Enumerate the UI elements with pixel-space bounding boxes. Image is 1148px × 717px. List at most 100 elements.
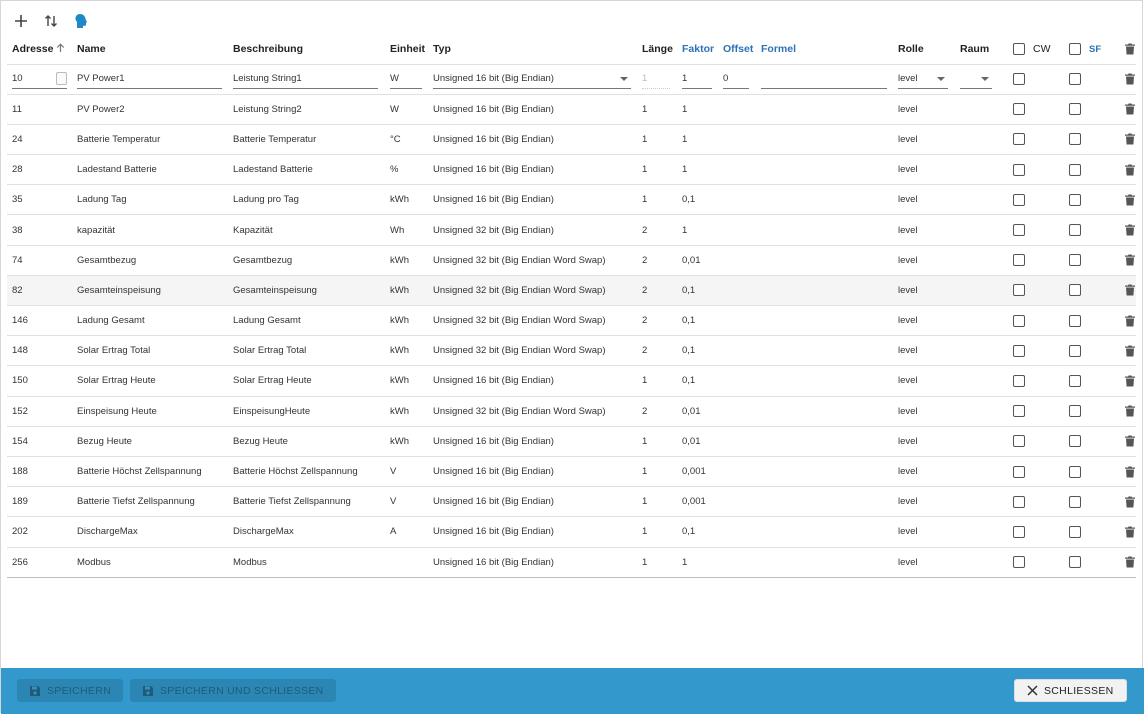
trash-icon[interactable] bbox=[1125, 194, 1135, 206]
address-input[interactable]: 10 bbox=[12, 69, 67, 90]
col-factor[interactable]: Faktor bbox=[677, 35, 718, 65]
trash-icon[interactable] bbox=[1125, 103, 1135, 115]
sf-checkbox[interactable] bbox=[1069, 314, 1081, 327]
cw-checkbox[interactable] bbox=[1013, 284, 1025, 297]
sf-checkbox[interactable] bbox=[1069, 344, 1081, 357]
table-row[interactable]: 189 Batterie Tiefst Zellspannung Batterie … bbox=[7, 487, 1136, 517]
cw-checkbox[interactable] bbox=[1013, 556, 1025, 569]
sf-checkbox[interactable] bbox=[1069, 465, 1081, 478]
sf-checkbox[interactable] bbox=[1069, 435, 1081, 448]
sf-checkbox[interactable] bbox=[1069, 224, 1081, 237]
offset-cell bbox=[718, 517, 756, 547]
trash-icon[interactable] bbox=[1125, 73, 1135, 85]
factor-input[interactable]: 1 bbox=[682, 69, 712, 90]
col-role[interactable]: Rolle bbox=[893, 35, 955, 65]
table-row[interactable]: 256 Modbus Modbus Unsigned 16 bit (Big Endi… bbox=[7, 547, 1136, 578]
cw-checkbox[interactable] bbox=[1013, 193, 1025, 206]
trash-icon[interactable] bbox=[1125, 496, 1135, 508]
sf-checkbox[interactable] bbox=[1069, 374, 1081, 387]
trash-icon[interactable] bbox=[1125, 435, 1135, 447]
cw-checkbox[interactable] bbox=[1013, 374, 1025, 387]
table-row[interactable]: 148 Solar Ertrag Total Solar Ertrag Total k… bbox=[7, 336, 1136, 366]
cw-checkbox[interactable] bbox=[1013, 163, 1025, 176]
sf-checkbox[interactable] bbox=[1069, 133, 1081, 146]
table-row[interactable]: 202 DischargeMax DischargeMax A Unsigned 16 … bbox=[7, 517, 1136, 547]
col-room[interactable]: Raum bbox=[955, 35, 1008, 65]
sf-checkbox[interactable] bbox=[1069, 193, 1081, 206]
trash-icon[interactable] bbox=[1125, 254, 1135, 266]
type-select[interactable]: Unsigned 16 bit (Big Endian) bbox=[433, 69, 631, 90]
col-name[interactable]: Name bbox=[72, 35, 228, 65]
save-button[interactable]: SPEICHERN bbox=[17, 679, 123, 702]
trash-icon[interactable] bbox=[1125, 526, 1135, 538]
table-row[interactable]: 24 Batterie Temperatur Batterie Temperatur… bbox=[7, 124, 1136, 155]
sf-checkbox[interactable] bbox=[1069, 284, 1081, 297]
cw-checkbox[interactable] bbox=[1013, 525, 1025, 538]
select-all-sf-checkbox[interactable] bbox=[1069, 43, 1081, 56]
sf-checkbox[interactable] bbox=[1069, 525, 1081, 538]
description-input[interactable]: Leistung String1 bbox=[233, 69, 378, 90]
table-row[interactable]: 146 Ladung Gesamt Ladung Gesamt kWh Unsigned… bbox=[7, 306, 1136, 336]
table-row[interactable]: 28 Ladestand Batterie Ladestand Batterie% U… bbox=[7, 155, 1136, 185]
sf-checkbox[interactable] bbox=[1069, 495, 1081, 508]
trash-icon[interactable] bbox=[1125, 375, 1135, 387]
cw-checkbox[interactable] bbox=[1013, 73, 1025, 86]
table-row[interactable]: 38 kapazität Kapazität Wh Unsigned 32 bit (B… bbox=[7, 215, 1136, 246]
trash-icon[interactable] bbox=[1125, 405, 1135, 417]
formula-cell bbox=[756, 306, 893, 336]
cw-checkbox[interactable] bbox=[1013, 405, 1025, 418]
close-button[interactable]: SCHLIESSEN bbox=[1014, 679, 1127, 702]
col-address[interactable]: Adresse bbox=[7, 35, 72, 65]
table-row[interactable]: 152 Einspeisung Heute EinspeisungHeute kWh U… bbox=[7, 396, 1136, 427]
number-spinner[interactable] bbox=[56, 72, 67, 86]
add-button[interactable] bbox=[9, 9, 33, 33]
cw-checkbox[interactable] bbox=[1013, 435, 1025, 448]
offset-input[interactable]: 0 bbox=[723, 69, 749, 90]
unit-input[interactable]: W bbox=[390, 69, 422, 90]
room-cell bbox=[955, 306, 1008, 336]
trash-icon[interactable] bbox=[1125, 164, 1135, 176]
save-and-close-button[interactable]: SPEICHERN UND SCHLIESSEN bbox=[130, 679, 336, 702]
col-description[interactable]: Beschreibung bbox=[228, 35, 385, 65]
name-input[interactable]: PV Power1 bbox=[77, 69, 222, 90]
trash-icon[interactable] bbox=[1125, 133, 1135, 145]
select-all-cw-checkbox[interactable] bbox=[1013, 43, 1025, 56]
trash-icon[interactable] bbox=[1125, 284, 1135, 296]
sf-checkbox[interactable] bbox=[1069, 163, 1081, 176]
room-select[interactable] bbox=[960, 69, 992, 90]
import-export-button[interactable] bbox=[39, 9, 63, 33]
trash-icon[interactable] bbox=[1125, 315, 1135, 327]
trash-icon[interactable] bbox=[1125, 224, 1135, 236]
cw-checkbox[interactable] bbox=[1013, 465, 1025, 478]
sf-checkbox[interactable] bbox=[1069, 556, 1081, 569]
table-row[interactable]: 11 PV Power2 Leistung String2 W Unsigned 16 … bbox=[7, 94, 1136, 125]
trash-icon[interactable] bbox=[1125, 556, 1135, 568]
cw-checkbox[interactable] bbox=[1013, 224, 1025, 237]
cw-checkbox[interactable] bbox=[1013, 344, 1025, 357]
sf-checkbox[interactable] bbox=[1069, 405, 1081, 418]
table-row[interactable]: 35 Ladung Tag Ladung pro Tag kWh Unsigned 16… bbox=[7, 185, 1136, 215]
formula-input[interactable] bbox=[761, 69, 887, 90]
head-button[interactable] bbox=[69, 9, 93, 33]
cw-checkbox[interactable] bbox=[1013, 254, 1025, 267]
table-row[interactable]: 74 Gesamtbezug Gesamtbezug kWh Unsigned 32 b… bbox=[7, 245, 1136, 276]
sf-checkbox[interactable] bbox=[1069, 103, 1081, 116]
cw-checkbox[interactable] bbox=[1013, 495, 1025, 508]
trash-icon[interactable] bbox=[1125, 466, 1135, 478]
cw-checkbox[interactable] bbox=[1013, 103, 1025, 116]
cw-checkbox[interactable] bbox=[1013, 133, 1025, 146]
table-row[interactable]: 154 Bezug Heute Bezug Heute kWh Unsigned 16 … bbox=[7, 426, 1136, 457]
sf-checkbox[interactable] bbox=[1069, 254, 1081, 267]
trash-icon[interactable] bbox=[1125, 345, 1135, 357]
col-type[interactable]: Typ bbox=[428, 35, 637, 65]
col-formula[interactable]: Formel bbox=[756, 35, 893, 65]
table-row[interactable]: 82 Gesamteinspeisung Gesamteinspeisung kWh U… bbox=[7, 275, 1136, 306]
col-length[interactable]: Länge bbox=[637, 35, 677, 65]
cw-checkbox[interactable] bbox=[1013, 314, 1025, 327]
sf-checkbox[interactable] bbox=[1069, 73, 1081, 86]
table-row[interactable]: 188 Batterie Höchst Zellspannung Batterie … bbox=[7, 456, 1136, 487]
col-unit[interactable]: Einheit bbox=[385, 35, 428, 65]
col-offset[interactable]: Offset bbox=[718, 35, 756, 65]
role-select[interactable]: level bbox=[898, 69, 948, 90]
table-row[interactable]: 150 Solar Ertrag Heute Solar Ertrag Heute k… bbox=[7, 366, 1136, 397]
